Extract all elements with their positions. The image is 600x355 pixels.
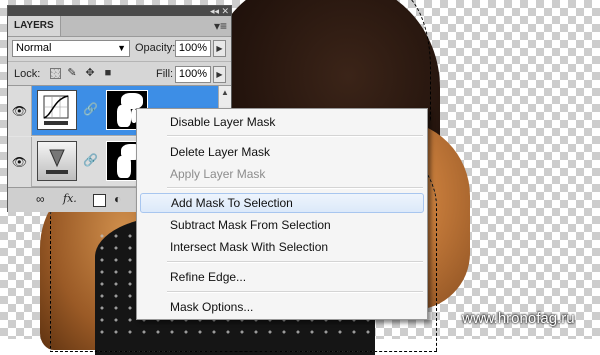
- eye-icon[interactable]: 👁: [8, 86, 32, 136]
- gradient-adjustment-icon[interactable]: [37, 141, 77, 181]
- lock-position-icon[interactable]: ✥: [84, 67, 96, 79]
- fx-icon[interactable]: fx.: [63, 192, 77, 206]
- lock-image-pixels-icon[interactable]: ✎: [66, 67, 78, 79]
- menu-item-disable-layer-mask[interactable]: Disable Layer Mask: [140, 112, 424, 132]
- scroll-up-icon[interactable]: ▲: [221, 88, 229, 97]
- menu-separator: [167, 187, 423, 189]
- fill-input[interactable]: 100%: [175, 66, 211, 83]
- marching-ants-selection-top: [370, 0, 431, 121]
- opacity-input[interactable]: 100%: [175, 40, 211, 57]
- tab-layers[interactable]: LAYERS: [8, 16, 61, 36]
- menu-item-subtract-mask-from-selection[interactable]: Subtract Mask From Selection: [140, 215, 424, 235]
- blend-mode-value: Normal: [16, 42, 52, 54]
- menu-item-delete-layer-mask[interactable]: Delete Layer Mask: [140, 142, 424, 162]
- eye-icon[interactable]: 👁: [8, 137, 32, 187]
- lock-label: Lock:: [14, 68, 41, 80]
- curves-adjustment-icon[interactable]: [37, 90, 77, 130]
- link-icon[interactable]: ∞: [36, 192, 45, 206]
- panel-menu-icon[interactable]: ▾≡: [214, 19, 227, 33]
- lock-row: Lock: ✎ ✥ ■ Fill: 100% ▶: [8, 61, 231, 86]
- chevron-down-icon: ▼: [117, 43, 126, 53]
- menu-separator: [167, 261, 423, 263]
- adjustment-layer-icon[interactable]: ◐: [114, 192, 121, 206]
- menu-item-intersect-mask-with-selection[interactable]: Intersect Mask With Selection: [140, 237, 424, 257]
- fill-slider-button[interactable]: ▶: [213, 66, 226, 83]
- lock-all-icon[interactable]: ■: [102, 67, 114, 79]
- watermark: www.hronofag.ru: [462, 310, 575, 327]
- panel-titlebar[interactable]: ◂◂ ✕: [8, 6, 231, 16]
- opacity-slider-button[interactable]: ▶: [213, 40, 226, 57]
- blend-row: Normal ▼ Opacity: 100% ▶: [8, 37, 231, 61]
- menu-separator: [167, 291, 423, 293]
- menu-item-refine-edge[interactable]: Refine Edge...: [140, 267, 424, 287]
- fill-label: Fill:: [156, 68, 174, 80]
- blend-mode-select[interactable]: Normal ▼: [12, 40, 130, 57]
- mask-link-icon[interactable]: 🔗: [83, 153, 98, 167]
- lock-transparency-icon[interactable]: [50, 68, 61, 79]
- close-panel-icon[interactable]: ✕: [221, 6, 229, 16]
- menu-item-mask-options[interactable]: Mask Options...: [140, 297, 424, 317]
- mask-link-icon[interactable]: 🔗: [83, 102, 98, 116]
- menu-item-add-mask-to-selection[interactable]: Add Mask To Selection: [140, 193, 424, 213]
- opacity-label: Opacity:: [135, 42, 176, 54]
- menu-item-apply-layer-mask: Apply Layer Mask: [170, 167, 266, 181]
- context-menu: Disable Layer Mask Delete Layer Mask App…: [136, 108, 428, 320]
- panel-tabbar: LAYERS ▾≡: [8, 16, 231, 37]
- collapse-panel-icon[interactable]: ◂◂: [210, 6, 219, 16]
- menu-separator: [167, 135, 423, 137]
- add-mask-icon[interactable]: [93, 194, 106, 207]
